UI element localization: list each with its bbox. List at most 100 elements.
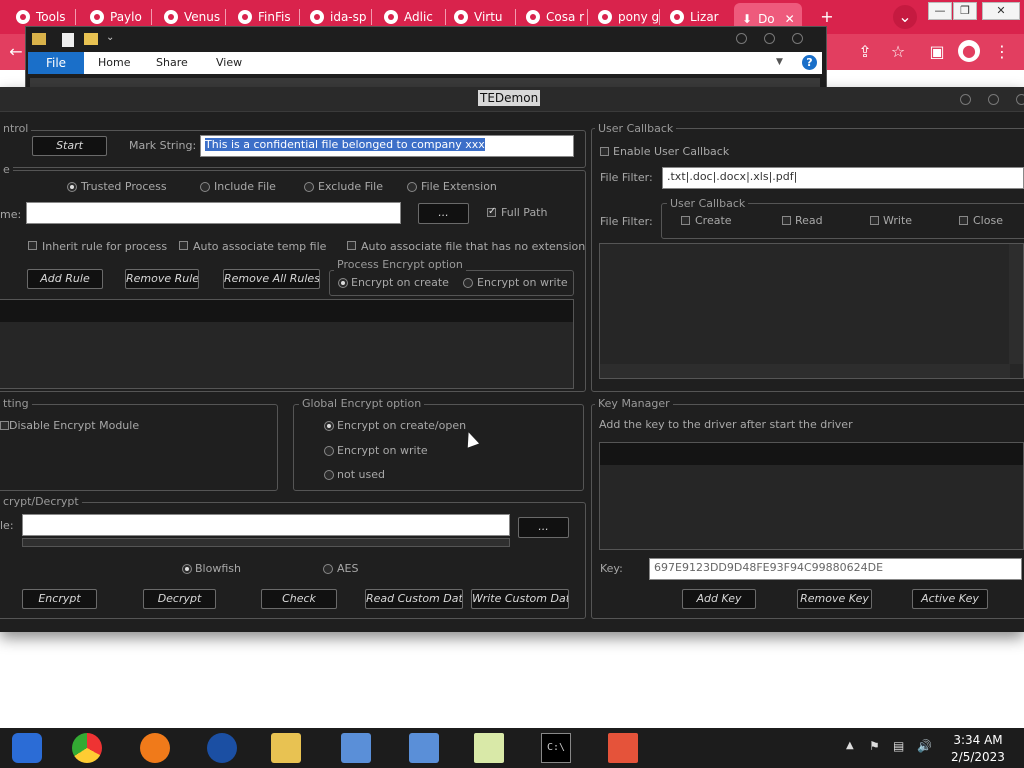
rule-name-input[interactable] [26,202,401,224]
flag-icon[interactable]: ⚑ [869,739,880,753]
title-bar: TEDemon [0,87,1024,112]
profile-avatar-icon[interactable]: ● [958,40,980,62]
auto-temp-checkbox[interactable] [179,241,188,250]
decrypt-button[interactable]: Decrypt [143,589,216,609]
file-filter-label: File Filter: [600,171,653,184]
remove-all-rules-button[interactable]: Remove All Rules [223,269,320,289]
ribbon-tab-file[interactable]: File [28,52,84,74]
ribbon-tab-home[interactable]: Home [98,56,130,69]
aes-radio[interactable] [323,564,333,574]
encrypt-create-open-radio[interactable] [324,421,334,431]
mark-string-input[interactable]: This is a confidential file belonged to … [200,135,574,157]
sidepanel-icon[interactable]: ▣ [927,42,947,62]
add-rule-button[interactable]: Add Rule [27,269,103,289]
tray-chevron-icon[interactable]: ▲ [846,740,854,751]
explorer-close-button[interactable] [792,33,803,44]
inherit-rule-label: Inherit rule for process [42,240,168,253]
network-icon[interactable]: ▤ [893,739,904,753]
minimize-button[interactable]: — [928,2,952,20]
key-list[interactable] [599,442,1024,550]
horizontal-scrollbar[interactable] [600,364,1010,378]
rule-browse-button[interactable]: ... [418,203,469,224]
file-explorer-icon[interactable] [271,733,301,763]
not-used-label: not used [337,468,385,481]
notepad-icon[interactable] [474,733,504,763]
not-used-radio[interactable] [324,470,334,480]
vertical-scrollbar[interactable] [1009,244,1023,364]
maximize-button[interactable] [988,94,999,105]
inherit-rule-checkbox[interactable] [28,241,37,250]
callback-log-list[interactable] [599,243,1024,379]
rule-name-label: me: [0,208,22,221]
read-checkbox[interactable] [782,216,791,225]
clock-time[interactable]: 3:34 AM [943,733,1013,747]
file-filter-input[interactable]: .txt|.doc|.docx|.xls|.pdf| [662,167,1024,189]
explorer-minimize-button[interactable] [736,33,747,44]
back-arrow-icon[interactable]: ← [6,42,26,62]
close-button[interactable] [1016,94,1024,105]
share-icon[interactable]: ⇪ [855,42,875,62]
remove-rule-button[interactable]: Remove Rule [125,269,199,289]
mark-string-value: This is a confidential file belonged to … [205,138,485,151]
full-path-checkbox[interactable] [487,206,496,217]
installer-icon-2[interactable] [409,733,439,763]
trusted-process-radio[interactable] [67,182,77,192]
help-icon[interactable]: ? [802,55,817,70]
exclude-file-radio[interactable] [304,182,314,192]
quick-access-dropdown-icon[interactable]: ⌄ [106,32,114,43]
minimize-button[interactable] [960,94,971,105]
tab-search-button[interactable]: ⌄ [893,5,917,29]
encrypt-on-create-radio[interactable] [338,278,348,288]
write-custom-data-button[interactable]: Write Custom Data [471,589,569,609]
mfc-app-icon[interactable] [608,733,638,763]
read-custom-data-button[interactable]: Read Custom Data [365,589,463,609]
new-folder-icon[interactable] [84,33,98,45]
global-encrypt-write-radio[interactable] [324,446,334,456]
firefox-icon[interactable] [140,733,170,763]
user-callback-label: User Callback [595,122,677,135]
file-extension-radio[interactable] [407,182,417,192]
file-path-input[interactable] [22,514,510,536]
encrypt-button[interactable]: Encrypt [22,589,97,609]
start-button[interactable]: Start [32,136,107,156]
tab-favicon-icon [238,10,252,24]
close-checkbox[interactable] [959,216,968,225]
explorer-maximize-button[interactable] [764,33,775,44]
read-label: Read [795,214,823,227]
ribbon-tab-view[interactable]: View [216,56,242,69]
command-prompt-icon[interactable]: C:\ [541,733,571,763]
remove-key-button[interactable]: Remove Key [797,589,872,609]
enable-callback-checkbox[interactable] [600,147,609,156]
file-filter-label-2: File Filter: [600,215,653,228]
rule-list[interactable] [0,299,574,389]
blowfish-radio[interactable] [182,564,192,574]
ribbon-expand-icon[interactable]: ▼ [776,57,783,67]
ribbon-tab-share[interactable]: Share [156,56,188,69]
encrypt-on-write-radio[interactable] [463,278,473,288]
write-checkbox[interactable] [870,216,879,225]
active-key-button[interactable]: Active Key [912,589,988,609]
installer-icon[interactable] [341,733,371,763]
disable-encrypt-checkbox[interactable] [0,421,9,430]
check-button[interactable]: Check [261,589,337,609]
create-checkbox[interactable] [681,216,690,225]
volume-icon[interactable]: 🔊 [917,739,932,753]
bookmark-star-icon[interactable]: ☆ [888,42,908,62]
taskbar-app-icon[interactable] [12,733,42,763]
chrome-icon[interactable] [72,733,102,763]
auto-noext-checkbox[interactable] [347,241,356,250]
clock-date[interactable]: 2/5/2023 [943,750,1013,764]
menu-dots-icon[interactable]: ⋮ [992,42,1012,62]
app-circle-icon[interactable] [207,733,237,763]
key-manager-label: Key Manager [595,397,673,410]
key-input[interactable]: 697E9123DD9D48FE93F94C99880624DE [649,558,1022,580]
exclude-file-label: Exclude File [318,180,383,193]
close-window-button[interactable]: ✕ [982,2,1020,20]
add-key-button[interactable]: Add Key [682,589,756,609]
properties-icon[interactable] [62,33,74,47]
folder-icon [32,33,46,45]
file-browse-button[interactable]: ... [518,517,569,538]
close-tab-icon[interactable]: ✕ [785,12,795,26]
include-file-radio[interactable] [200,182,210,192]
maximize-button[interactable]: ❐ [953,2,977,20]
